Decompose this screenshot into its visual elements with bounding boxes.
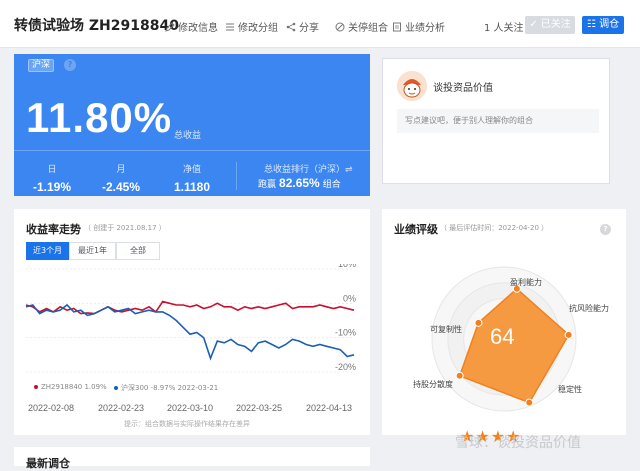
x-tick-label: 2022-02-08 bbox=[28, 403, 75, 413]
legend-benchmark: 沪深300 -8.97% 2022-03-21 bbox=[114, 383, 218, 393]
y-tick-label: 10% bbox=[338, 264, 356, 269]
monthly-return-stat: 月 -2.45% bbox=[98, 162, 144, 194]
performance-analysis-label: 业绩分析 bbox=[405, 23, 445, 34]
net-value-value: 1.1180 bbox=[173, 180, 211, 194]
x-tick-label: 2022-03-10 bbox=[167, 403, 214, 413]
radar-point bbox=[525, 398, 534, 407]
net-value-stat: 净值 1.1180 bbox=[169, 162, 215, 194]
follower-count: 1 人关注 bbox=[484, 23, 524, 34]
rank-line: 跑赢 82.65% 组合 bbox=[258, 176, 341, 190]
latest-rebalance-title: 最新调仓 bbox=[26, 457, 70, 470]
comment-input[interactable]: 写点建议吧，便于别人理解你的组合 bbox=[397, 109, 599, 133]
monthly-return-label: 月 bbox=[116, 165, 126, 175]
y-tick-label: -20% bbox=[335, 362, 356, 372]
comment-card: 谈投资品价值 写点建议吧，便于别人理解你的组合 bbox=[382, 58, 610, 184]
rank-prefix: 跑赢 bbox=[258, 180, 277, 190]
daily-return-label: 日 bbox=[47, 165, 57, 175]
radar-chart bbox=[431, 266, 577, 412]
radar-point bbox=[455, 371, 464, 380]
created-date: （ 创建于 2021.08.17 ） bbox=[84, 224, 166, 232]
dimension-label: 稳定性 bbox=[558, 385, 582, 394]
return-trend-card: 收益率走势 （ 创建于 2021.08.17 ） 近3个月 最近1年 全部 10… bbox=[14, 209, 370, 435]
watermark: 雪球：谈投资品价值 bbox=[455, 435, 581, 451]
performance-rating-card: 业绩评级 （ 最后评估时间：2022-04-20 ） ? 盈利能力 抗风险能力 … bbox=[382, 209, 626, 446]
rank-label[interactable]: 总收益排行（沪深）⇌ bbox=[264, 162, 353, 175]
dimension-label: 盈利能力 bbox=[510, 278, 542, 287]
adjust-position-button[interactable]: ☷ 调仓 bbox=[582, 16, 624, 34]
share-link[interactable]: 分享 bbox=[286, 19, 319, 34]
dimension-label: 持股分散度 bbox=[413, 380, 453, 389]
chart-hint: 提示：组合数据与实际操作结果存在差异 bbox=[124, 420, 250, 428]
summary-divider bbox=[14, 150, 370, 151]
daily-return-stat: 日 -1.19% bbox=[32, 162, 72, 194]
comment-title: 谈投资品价值 bbox=[433, 83, 493, 94]
return-summary-panel: 沪深 ? 11.80% 总收益 日 -1.19% 月 -2.45% 净值 1.1… bbox=[14, 54, 370, 196]
return-trend-title: 收益率走势 bbox=[26, 223, 81, 236]
avatar-image bbox=[397, 71, 427, 101]
performance-analysis-link[interactable]: 业绩分析 bbox=[392, 19, 445, 34]
edit-group-link[interactable]: 修改分组 bbox=[225, 19, 278, 34]
share-icon bbox=[286, 22, 296, 31]
close-portfolio-link[interactable]: 关停组合 bbox=[335, 19, 388, 34]
legend-benchmark-label: 沪深300 -8.97% 2022-03-21 bbox=[121, 384, 219, 392]
help-icon[interactable]: ? bbox=[64, 59, 76, 71]
total-return-label: 总收益 bbox=[174, 131, 202, 141]
dimension-label: 可复制性 bbox=[430, 325, 462, 334]
report-icon bbox=[393, 22, 401, 31]
pencil-icon bbox=[165, 21, 175, 32]
legend-portfolio: ZH2918840 1.09% bbox=[34, 383, 107, 391]
share-label: 分享 bbox=[299, 23, 319, 34]
rating-score: 64 bbox=[490, 324, 515, 349]
legend-portfolio-label: ZH2918840 1.09% bbox=[41, 383, 107, 391]
portfolio-title: 转债试验场 ZH2918840 bbox=[14, 18, 179, 34]
legend-dot-portfolio bbox=[34, 385, 38, 389]
ban-icon bbox=[335, 22, 345, 31]
rank-suffix: 组合 bbox=[322, 180, 341, 190]
net-value-label: 净值 bbox=[182, 165, 201, 175]
edit-info-label: 修改信息 bbox=[178, 23, 218, 34]
range-all-button[interactable]: 全部 bbox=[116, 242, 160, 260]
legend-dot-benchmark bbox=[114, 386, 118, 390]
stat-separator bbox=[236, 162, 237, 190]
x-tick-label: 2022-04-13 bbox=[306, 403, 353, 413]
radar-point bbox=[474, 318, 483, 327]
edit-group-label: 修改分组 bbox=[238, 23, 278, 34]
range-3-months-button[interactable]: 近3个月 bbox=[26, 242, 69, 260]
dimension-label: 抗风险能力 bbox=[569, 304, 609, 313]
portfolio-header: 转债试验场 ZH2918840 修改信息 修改分组 分享 关停组合 业绩分析 1… bbox=[0, 0, 640, 48]
radar-point bbox=[564, 330, 573, 339]
x-tick-label: 2022-03-25 bbox=[236, 403, 283, 413]
edit-info-link[interactable]: 修改信息 bbox=[165, 19, 218, 34]
close-portfolio-label: 关停组合 bbox=[348, 23, 388, 34]
chart-grid bbox=[26, 268, 354, 373]
daily-return-value: -1.19% bbox=[32, 180, 72, 194]
monthly-return-value: -2.45% bbox=[101, 180, 141, 194]
market-tag: 沪深 bbox=[28, 59, 54, 72]
benchmark-return-line bbox=[25, 303, 355, 361]
list-icon bbox=[226, 23, 234, 30]
total-return-value: 11.80% bbox=[26, 94, 173, 141]
range-1-year-button[interactable]: 最近1年 bbox=[69, 242, 116, 260]
followed-button[interactable]: ✓ 已关注 bbox=[525, 16, 575, 34]
x-tick-label: 2022-02-23 bbox=[98, 403, 145, 413]
y-tick-label: 0% bbox=[343, 293, 356, 303]
adjust-label: 调仓 bbox=[599, 19, 620, 30]
latest-rebalance-card: 最新调仓 bbox=[14, 447, 370, 470]
return-line-chart: 10% 0% -10% -20% bbox=[25, 264, 356, 373]
y-tick-label: -10% bbox=[335, 328, 356, 338]
rank-value: 82.65% bbox=[279, 176, 320, 190]
avatar[interactable] bbox=[397, 71, 427, 101]
adjust-icon: ☷ bbox=[586, 19, 596, 30]
